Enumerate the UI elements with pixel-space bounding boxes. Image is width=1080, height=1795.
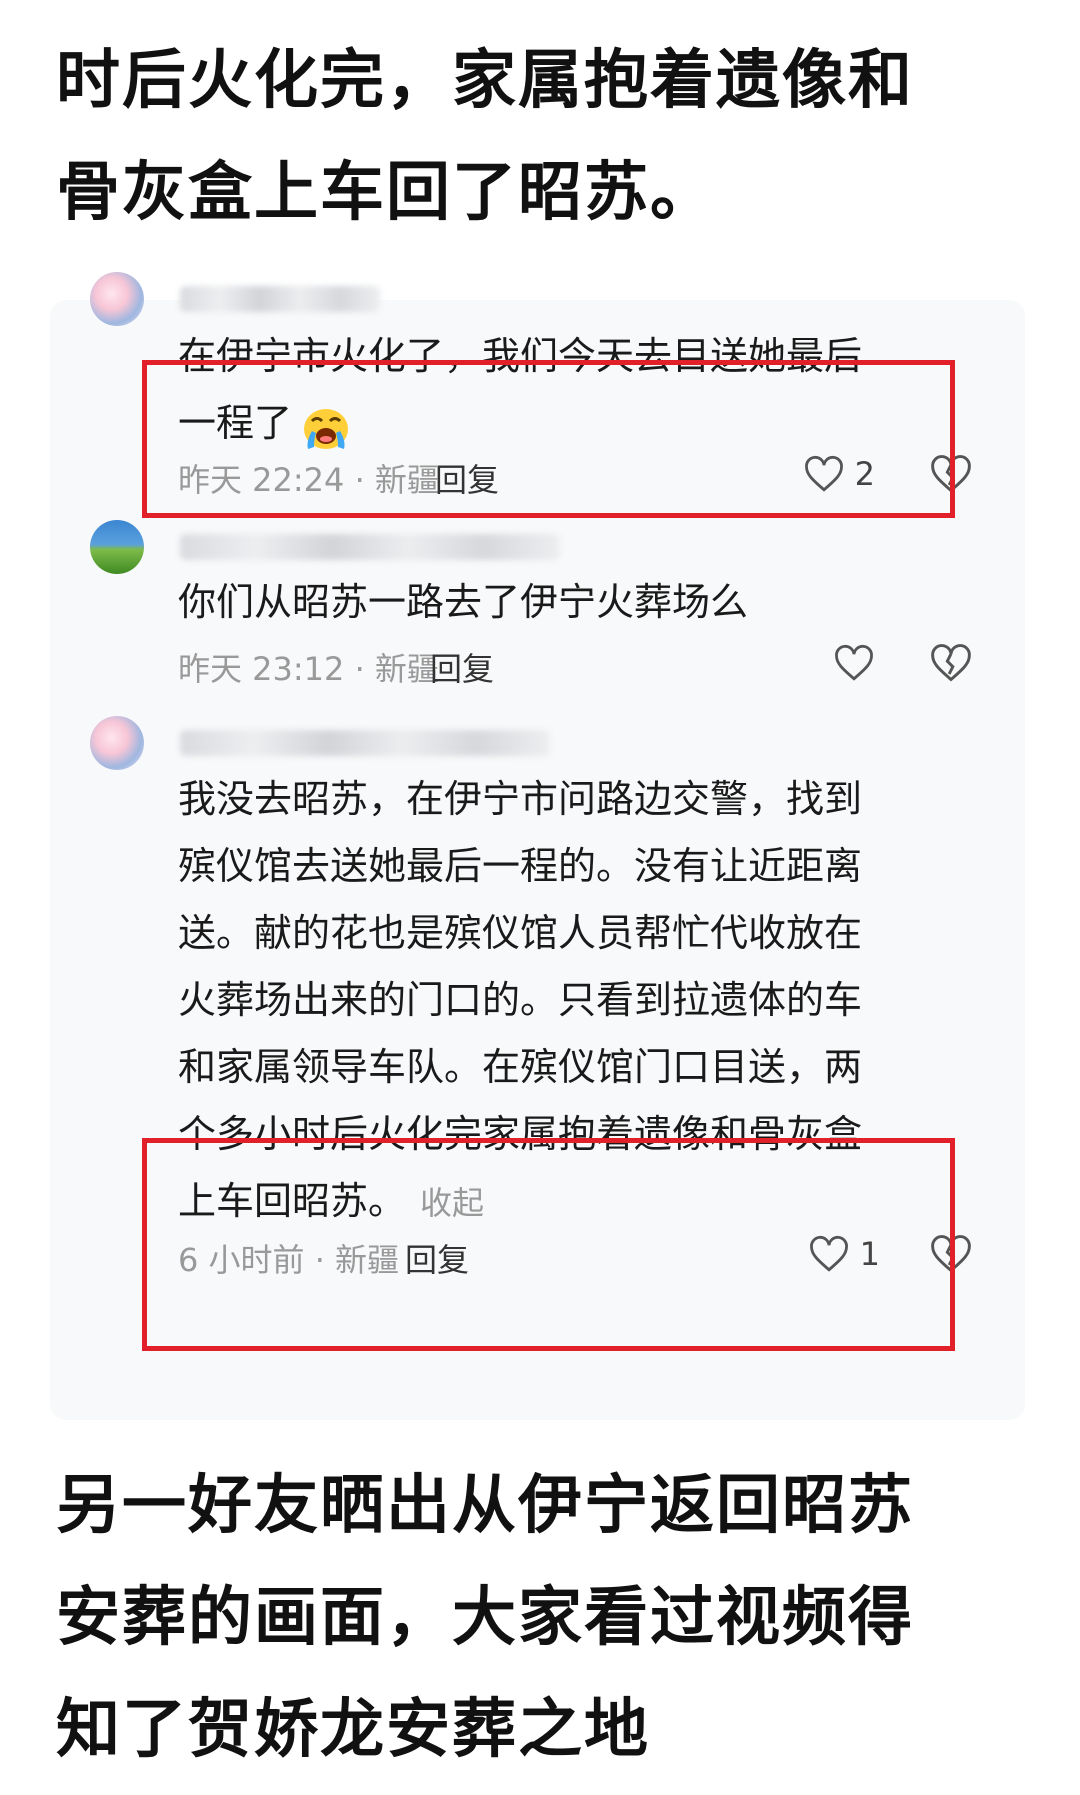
article-line: 另一好友晒出从伊宁返回昭苏 xyxy=(56,1469,914,1543)
like-button[interactable] xyxy=(833,641,875,685)
highlight-box xyxy=(142,1138,955,1351)
broken-heart-icon[interactable] xyxy=(929,641,973,685)
comment-text: 你们从昭苏一路去了伊宁火葬场么 xyxy=(178,569,988,636)
comment-line: 和家属领导车队。在殡仪馆门口目送，两 xyxy=(178,1045,863,1089)
user-avatar[interactable] xyxy=(90,520,144,574)
article-line: 时后火化完，家属抱着遗像和 xyxy=(56,44,914,118)
comment-line: 火葬场出来的门口的。只看到拉遗体的车 xyxy=(178,978,863,1022)
highlight-box xyxy=(142,360,955,518)
article-line: 骨灰盒上车回了昭苏。 xyxy=(56,156,716,230)
heart-icon xyxy=(835,644,873,681)
comment-line: 殡仪馆去送她最后一程的。没有让近距离 xyxy=(178,844,863,888)
comment-line: 我没去昭苏，在伊宁市问路边交警，找到 xyxy=(178,777,863,821)
comment-meta: 昨天 23:12 · 新疆 xyxy=(178,650,439,688)
blurred-username xyxy=(180,534,560,560)
comment-line: 送。献的花也是殡仪馆人员帮忙代收放在 xyxy=(178,911,863,955)
blurred-username xyxy=(180,286,380,312)
blurred-username xyxy=(180,730,550,756)
user-avatar[interactable] xyxy=(90,716,144,770)
article-line: 安葬的画面，大家看过视频得 xyxy=(56,1581,914,1655)
comment-line: 你们从昭苏一路去了伊宁火葬场么 xyxy=(178,580,749,624)
reply-button[interactable]: 回复 xyxy=(430,644,494,690)
article-text-bottom: 另一好友晒出从伊宁返回昭苏 安葬的画面，大家看过视频得 知了贺娇龙安葬之地 xyxy=(56,1450,1036,1786)
article-line: 知了贺娇龙安葬之地 xyxy=(56,1693,650,1767)
article-text-top: 时后火化完，家属抱着遗像和 骨灰盒上车回了昭苏。 xyxy=(56,25,1036,249)
user-avatar[interactable] xyxy=(90,272,144,326)
